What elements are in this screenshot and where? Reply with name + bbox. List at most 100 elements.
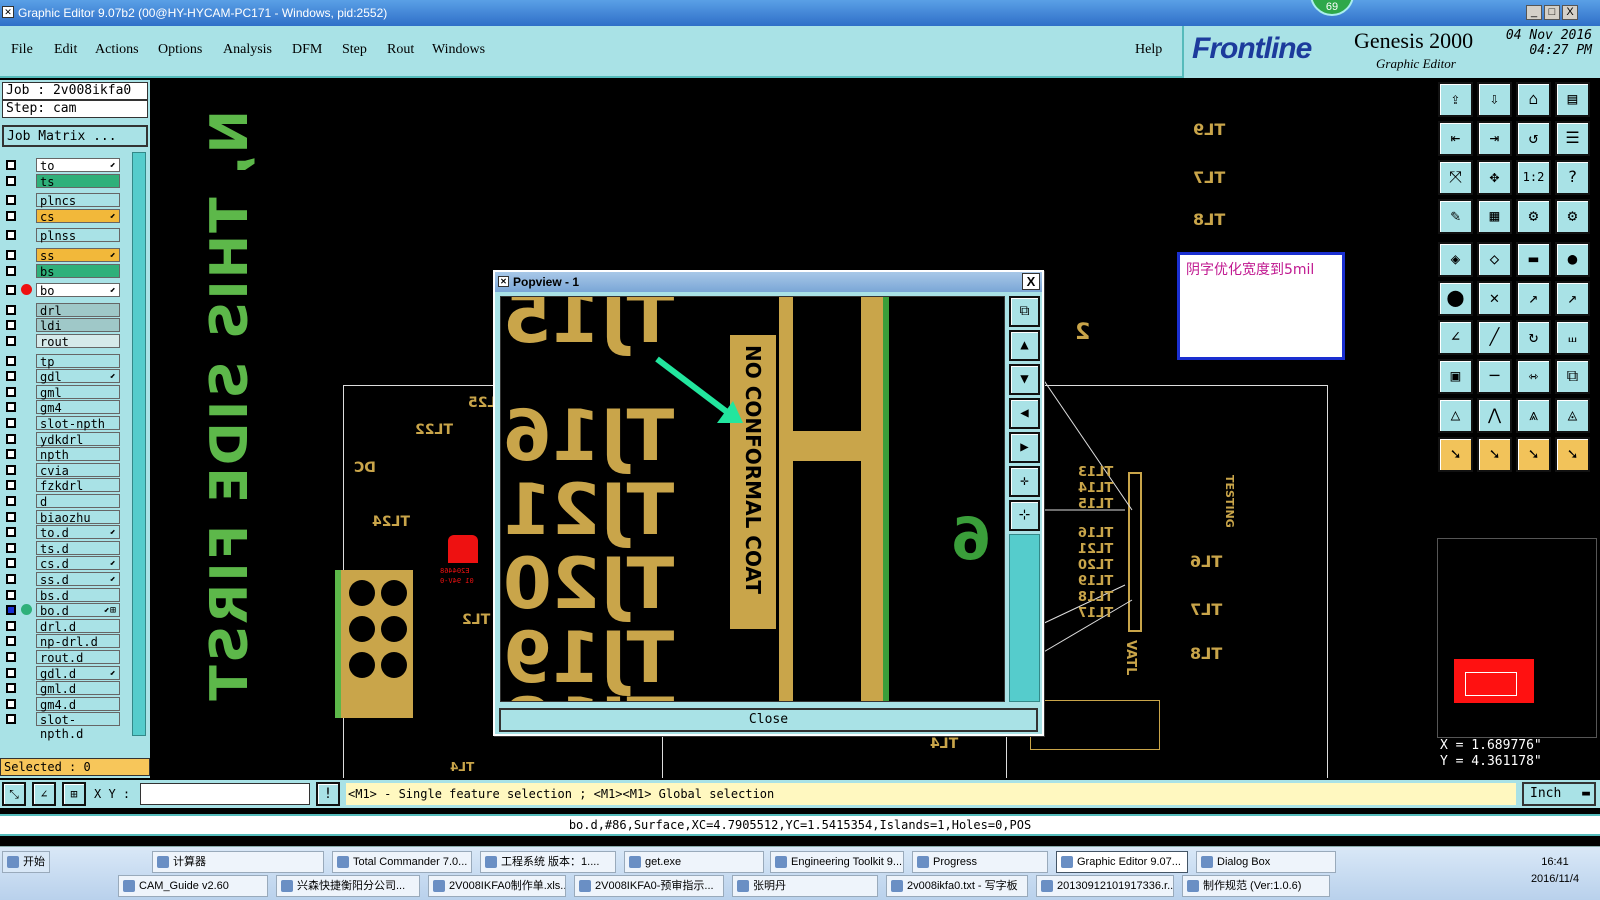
popview-close-icon[interactable]: X	[1022, 273, 1040, 290]
pointer-3-icon[interactable]: ➘	[1516, 437, 1551, 472]
page-down-icon[interactable]: ⇩	[1477, 82, 1512, 117]
grid-icon[interactable]: ⊞	[62, 782, 86, 806]
scale-icon[interactable]: 1:2	[1516, 160, 1551, 195]
maximize-button[interactable]: □	[1544, 5, 1560, 20]
layer-name[interactable]: gdl.d ⬋	[36, 665, 120, 681]
taskbar-item[interactable]: CAM_Guide v2.60	[118, 875, 268, 897]
stretch-icon[interactable]: ⇿	[1516, 359, 1551, 394]
popview-close-button[interactable]: Close	[499, 708, 1038, 732]
layer-name[interactable]: ydkdrl	[36, 431, 120, 447]
layer-checkbox[interactable]	[6, 496, 16, 506]
cross-icon[interactable]: ✕	[1477, 281, 1512, 316]
taskbar-item[interactable]: Engineering Toolkit 9....	[770, 851, 904, 873]
close-window-button[interactable]: X	[1562, 5, 1578, 20]
layer-checkbox[interactable]	[6, 589, 16, 600]
xy-input[interactable]	[140, 783, 310, 805]
layer-name[interactable]: ss.d ⬋	[36, 572, 120, 587]
layer-row-ss[interactable]: ss ⬋	[4, 248, 120, 263]
pad-icon[interactable]: ●	[1555, 242, 1590, 277]
taskbar-item[interactable]: get.exe	[624, 851, 764, 873]
popview-pan-left-icon[interactable]: ◀	[1009, 398, 1040, 429]
menu-analysis[interactable]: Analysis	[223, 42, 272, 58]
page-up-icon[interactable]: ⇪	[1438, 82, 1473, 117]
taskbar-item[interactable]: 计算器	[152, 851, 324, 873]
layer-name[interactable]: bo.d ⬋⊞	[36, 603, 120, 618]
layer-row-slot-npth-d[interactable]: slot-npth.d	[4, 712, 120, 741]
polygon-icon[interactable]: ◇	[1477, 242, 1512, 277]
layer-checkbox[interactable]	[6, 574, 16, 584]
layer-checkbox[interactable]	[6, 355, 16, 366]
layer-row-gdl[interactable]: gdl ⬋	[4, 369, 120, 384]
layer-row-biaozhu[interactable]: biaozhu	[4, 509, 120, 525]
start-button[interactable]: 开始	[2, 851, 50, 873]
edit-icon[interactable]: ✎	[1438, 199, 1473, 234]
popview-pan-right-icon[interactable]: ▶	[1009, 432, 1040, 463]
window-title-bar[interactable]: ✕ Graphic Editor 9.07b2 (00@HY-HYCAM-PC1…	[0, 0, 1600, 26]
taskbar-item[interactable]: Dialog Box	[1196, 851, 1336, 873]
connect-2-icon[interactable]: ⚙	[1555, 199, 1590, 234]
layer-row-gdl-d[interactable]: gdl.d ⬋	[4, 665, 120, 681]
menu-edit[interactable]: Edit	[54, 42, 77, 58]
layer-row-gml[interactable]: gml	[4, 384, 120, 400]
layer-checkbox[interactable]	[6, 605, 16, 616]
taskbar-item[interactable]: 2V008IKFA0制作单.xls...	[428, 875, 566, 897]
menu-help[interactable]: Help	[1135, 42, 1162, 58]
mini-map[interactable]	[1437, 538, 1597, 738]
layer-row-slot-npth[interactable]: slot-npth	[4, 416, 120, 431]
arc-icon[interactable]: ↻	[1516, 320, 1551, 355]
layer-row-to[interactable]: to ⬋	[4, 158, 120, 173]
home-icon[interactable]: ⌂	[1516, 82, 1551, 117]
list-icon[interactable]: ☰	[1555, 121, 1590, 156]
layer-name[interactable]: ldi	[36, 318, 120, 333]
layer-row-tp[interactable]: tp	[4, 353, 120, 369]
connect-icon[interactable]: ⚙	[1516, 199, 1551, 234]
pointer-2-icon[interactable]: ➘	[1477, 437, 1512, 472]
line-2-icon[interactable]: ↗	[1555, 281, 1590, 316]
layer-name[interactable]: plncs	[36, 193, 120, 208]
measure-icon[interactable]: ∠	[32, 782, 56, 806]
layer-name[interactable]: cs.d ⬋	[36, 556, 120, 571]
arch-icon[interactable]: ⩓	[1516, 398, 1551, 433]
layer-checkbox[interactable]	[6, 511, 16, 522]
layer-checkbox[interactable]	[6, 418, 16, 428]
layer-checkbox[interactable]	[6, 175, 16, 186]
taskbar-item[interactable]: 兴森快捷衡阳分公司...	[276, 875, 420, 897]
line-icon[interactable]: ↗	[1516, 281, 1551, 316]
zoom-center-icon[interactable]: ✥	[1477, 160, 1512, 195]
menu-rout[interactable]: Rout	[387, 42, 414, 58]
layer-name[interactable]: cs ⬋	[36, 208, 120, 224]
layer-checkbox[interactable]	[6, 402, 16, 413]
layer-name[interactable]: gdl ⬋	[36, 369, 120, 384]
layer-row-drl-d[interactable]: drl.d	[4, 618, 120, 634]
units-selector[interactable]: Inch ▬	[1522, 782, 1596, 806]
lambda-icon[interactable]: ⋀	[1477, 398, 1512, 433]
layer-checkbox[interactable]	[6, 210, 16, 221]
layer-name[interactable]: bs.d	[36, 587, 120, 603]
layer-name[interactable]: rout	[36, 334, 120, 349]
layer-checkbox[interactable]	[6, 433, 16, 444]
layer-row-plncs[interactable]: plncs	[4, 193, 120, 208]
layer-checkbox[interactable]	[6, 250, 16, 260]
taskbar-item[interactable]: Total Commander 7.0...	[332, 851, 472, 873]
rotate-icon[interactable]: ↺	[1516, 121, 1551, 156]
layer-checkbox[interactable]	[6, 480, 16, 491]
minimize-button[interactable]: _	[1526, 5, 1542, 20]
layer-checkbox[interactable]	[6, 265, 16, 276]
layer-name[interactable]: npth	[36, 447, 120, 462]
layer-name[interactable]: cvia	[36, 462, 120, 478]
layer-name[interactable]: ts	[36, 173, 120, 189]
layer-row-cvia[interactable]: cvia	[4, 462, 120, 478]
menu-step[interactable]: Step	[342, 42, 367, 58]
popview-pan-up-icon[interactable]: ▲	[1009, 330, 1040, 361]
layer-row-ydkdrl[interactable]: ydkdrl	[4, 431, 120, 447]
dash-icon[interactable]: ─	[1477, 359, 1512, 394]
pointer-4-icon[interactable]: ➘	[1555, 437, 1590, 472]
layer-row-d[interactable]: d	[4, 494, 120, 509]
layer-name[interactable]: tp	[36, 353, 120, 369]
layout-icon[interactable]: ▤	[1555, 82, 1590, 117]
layer-checkbox[interactable]	[6, 230, 16, 241]
layer-checkbox[interactable]	[6, 285, 16, 296]
taskbar-item[interactable]: 20130912101917336.r...	[1036, 875, 1174, 897]
layer-row-ts-d[interactable]: ts.d	[4, 540, 120, 556]
layer-name[interactable]: np-drl.d	[36, 634, 120, 649]
